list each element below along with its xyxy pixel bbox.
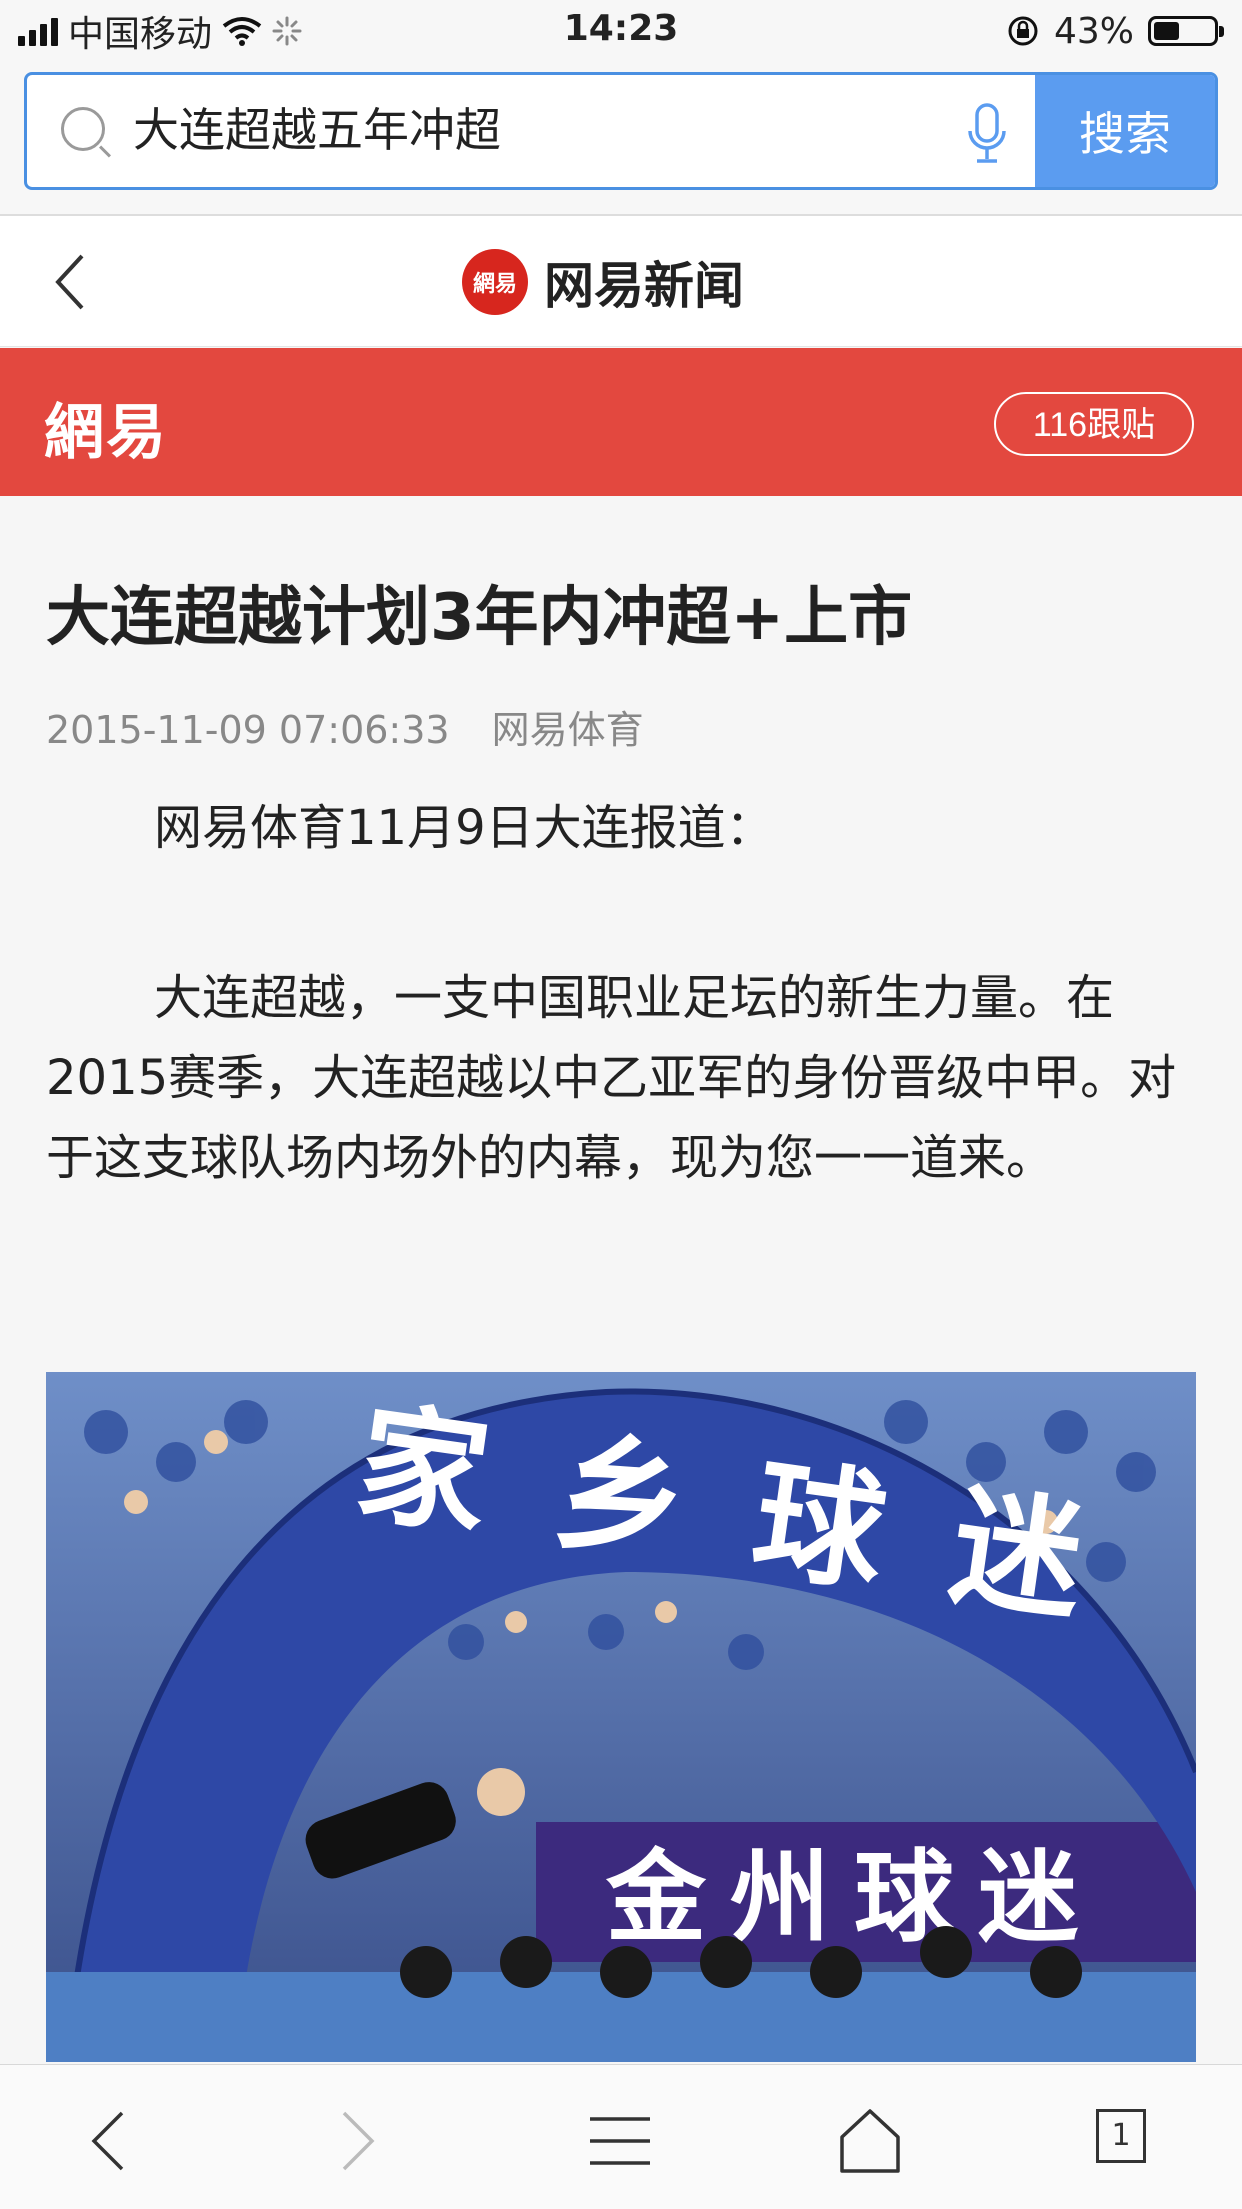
article-paragraph: 大连超越，一支中国职业足坛的新生力量。在2015赛季，大连超越以中乙亚军的身份晋… — [46, 970, 1177, 1186]
browser-toolbar: 1 — [0, 2064, 1242, 2209]
nav-bar: 網易 网易新闻 — [0, 216, 1242, 347]
netease-news-logo: 網易 — [462, 249, 528, 315]
article-meta: 2015-11-09 07:06:33 网易体育 — [46, 700, 644, 760]
back-arrow-icon[interactable] — [70, 2101, 150, 2181]
comments-button[interactable]: 116跟贴 — [994, 392, 1194, 456]
search-box[interactable]: 大连超越五年冲超 搜索 — [24, 72, 1218, 190]
tabs-count: 1 — [1096, 2109, 1146, 2163]
search-area: 大连超越五年冲超 搜索 — [0, 62, 1242, 216]
photo-sign-text: 金州球迷 — [605, 1839, 1102, 1956]
search-icon — [61, 107, 105, 151]
netease-banner: 網易 116跟贴 — [0, 348, 1242, 496]
nav-brand: 網易 网易新闻 — [462, 246, 744, 318]
home-icon[interactable] — [830, 2101, 910, 2181]
battery-percent: 43% — [1053, 10, 1134, 52]
article-paragraph: 网易体育11月9日大连报道： — [154, 800, 774, 856]
orientation-lock-icon — [1008, 16, 1038, 46]
search-input[interactable]: 大连超越五年冲超 — [133, 97, 501, 163]
nav-title: 网易新闻 — [544, 257, 744, 315]
status-bar: 中国移动 14:23 43% — [0, 0, 1242, 62]
status-right: 43% — [1006, 8, 1224, 54]
menu-icon[interactable] — [580, 2101, 660, 2181]
tabs-button[interactable]: 1 — [1082, 2101, 1158, 2177]
netease-logo[interactable]: 網易 — [44, 384, 168, 471]
battery-icon — [1148, 16, 1224, 46]
back-chevron-icon[interactable] — [50, 252, 90, 312]
search-button[interactable]: 搜索 — [1035, 75, 1215, 187]
article-title: 大连超越计划3年内冲超+上市 — [46, 581, 913, 655]
microphone-icon[interactable] — [967, 103, 1007, 165]
article-photo[interactable]: 金州球迷 家乡球迷 — [46, 1372, 1196, 2062]
article-source[interactable]: 网易体育 — [492, 708, 644, 752]
article-date: 2015-11-09 07:06:33 — [46, 708, 450, 752]
forward-arrow-icon[interactable] — [316, 2101, 396, 2181]
